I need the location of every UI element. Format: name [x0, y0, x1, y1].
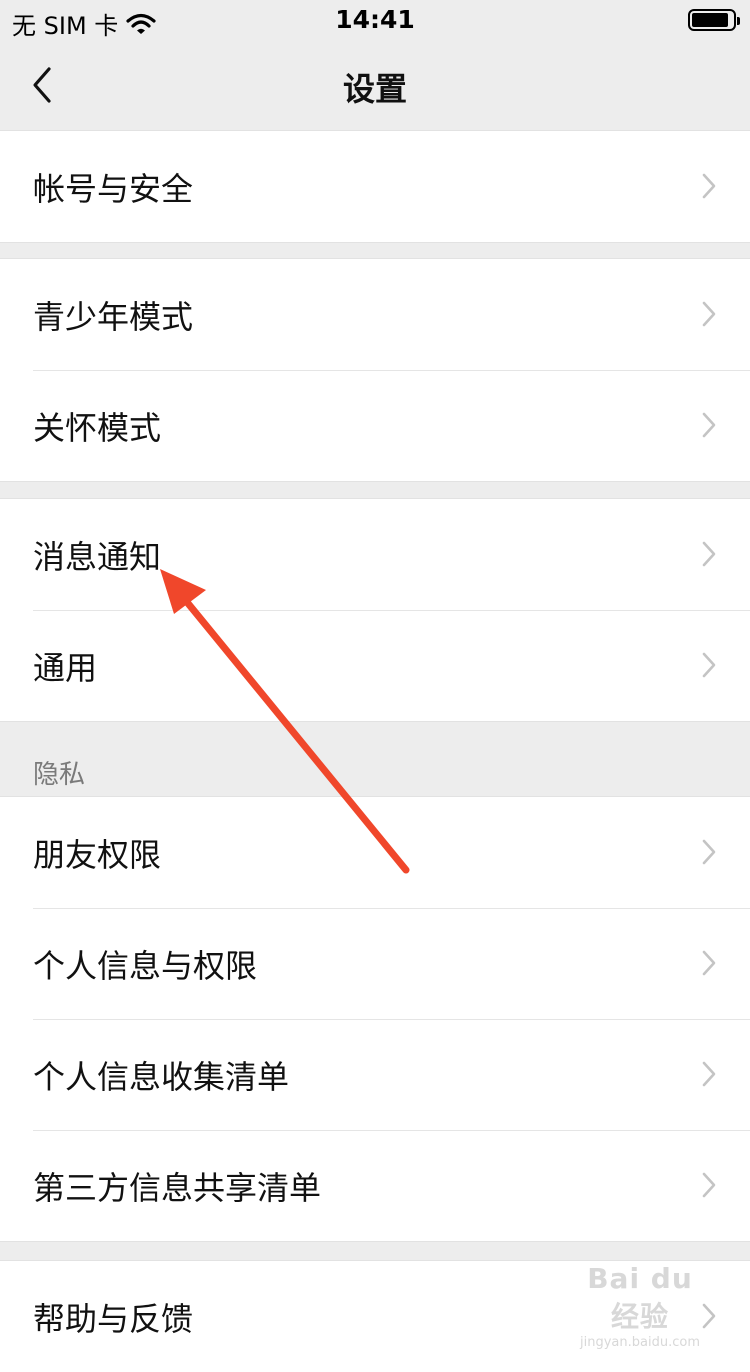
nav-bar: 设置 [0, 40, 750, 130]
row-label: 关怀模式 [33, 408, 162, 447]
chevron-right-icon [702, 839, 716, 865]
row-label: 通用 [33, 648, 98, 687]
status-bar: 无 SIM 卡 14:41 [0, 0, 750, 40]
watermark-brand: Bai du 经验 [587, 1262, 693, 1333]
settings-group-account: 帐号与安全 [0, 130, 750, 243]
row-label: 帐号与安全 [33, 169, 194, 208]
row-label: 第三方信息共享清单 [33, 1168, 322, 1207]
row-label: 消息通知 [33, 537, 162, 576]
row-label: 朋友权限 [33, 835, 162, 874]
section-header-privacy: 隐私 [33, 760, 86, 790]
row-third-party-sharing[interactable]: 第三方信息共享清单 [0, 1130, 750, 1241]
chevron-right-icon [702, 1172, 716, 1198]
row-general[interactable]: 通用 [0, 610, 750, 721]
chevron-right-icon [702, 301, 716, 327]
row-personal-info-collection[interactable]: 个人信息收集清单 [0, 1019, 750, 1130]
settings-group-notifications: 消息通知 通用 [0, 498, 750, 722]
row-label: 个人信息与权限 [33, 946, 258, 985]
row-label: 帮助与反馈 [33, 1299, 194, 1338]
watermark: Bai du 经验 jingyan.baidu.com [570, 1262, 710, 1350]
row-teen-mode[interactable]: 青少年模式 [0, 259, 750, 370]
row-label: 青少年模式 [33, 297, 194, 336]
row-care-mode[interactable]: 关怀模式 [0, 370, 750, 481]
chevron-right-icon [702, 950, 716, 976]
chevron-right-icon [702, 412, 716, 438]
row-personal-info-permissions[interactable]: 个人信息与权限 [0, 908, 750, 1019]
chevron-right-icon [702, 541, 716, 567]
chevron-right-icon [702, 652, 716, 678]
chevron-right-icon [702, 173, 716, 199]
settings-group-modes: 青少年模式 关怀模式 [0, 258, 750, 482]
row-account-security[interactable]: 帐号与安全 [0, 131, 750, 242]
row-notifications[interactable]: 消息通知 [0, 499, 750, 610]
chevron-right-icon [702, 1061, 716, 1087]
row-friend-permissions[interactable]: 朋友权限 [0, 797, 750, 908]
battery-icon [688, 9, 740, 31]
status-time: 14:41 [335, 5, 415, 34]
battery-cap [737, 17, 740, 25]
battery-fill [692, 13, 728, 27]
settings-group-privacy: 朋友权限 个人信息与权限 个人信息收集清单 第三方信息共享清单 [0, 796, 750, 1242]
page-title: 设置 [342, 70, 407, 108]
watermark-site: jingyan.baidu.com [580, 1335, 700, 1350]
row-label: 个人信息收集清单 [33, 1057, 290, 1096]
